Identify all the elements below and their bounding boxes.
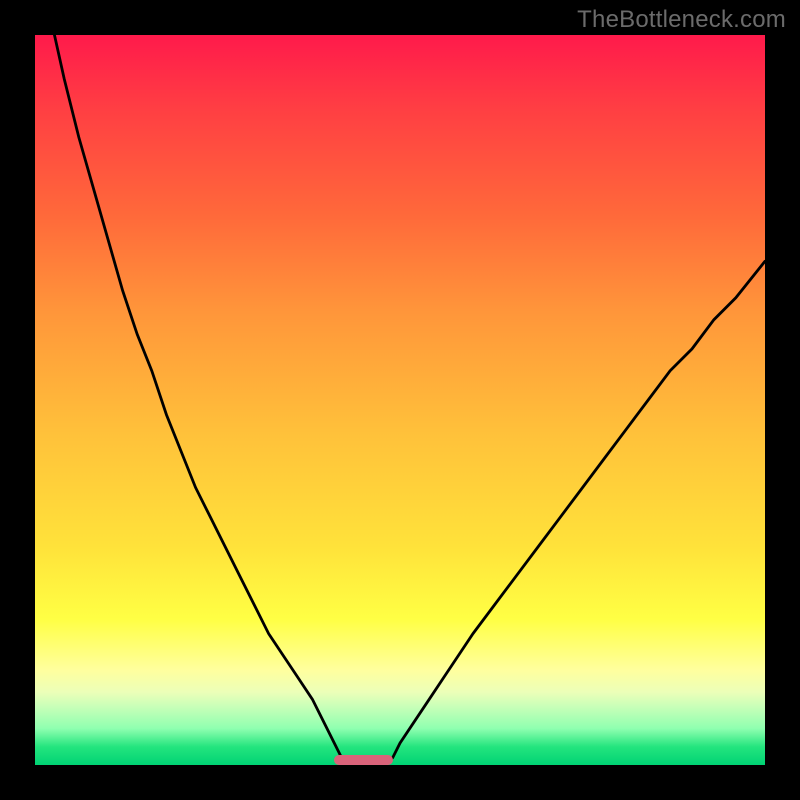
watermark-text: TheBottleneck.com <box>577 6 786 34</box>
right-curve <box>385 261 765 765</box>
left-curve <box>35 35 349 765</box>
bottleneck-marker <box>334 755 392 765</box>
curve-layer <box>35 35 765 765</box>
chart-plot-area <box>35 35 765 765</box>
chart-frame: TheBottleneck.com <box>0 0 800 800</box>
